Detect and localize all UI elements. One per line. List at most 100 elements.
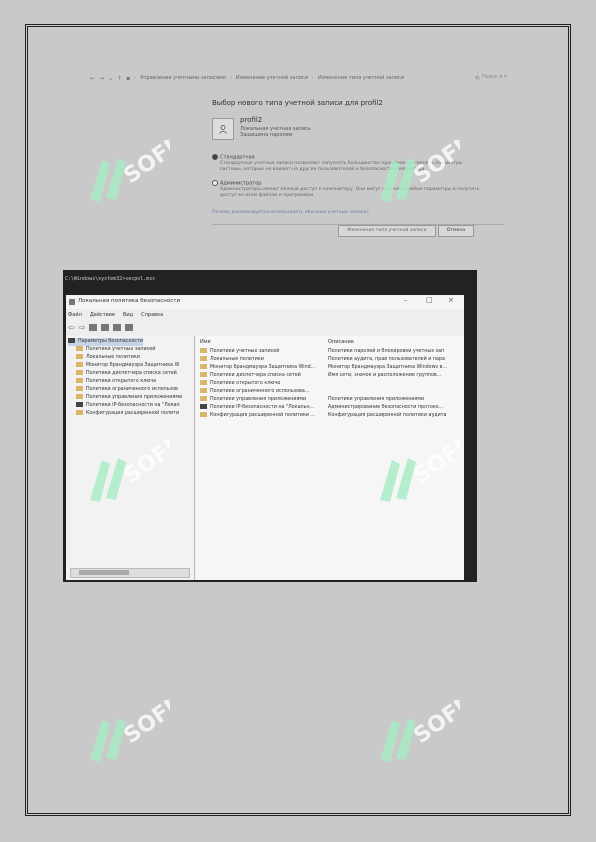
list-item-desc: Политики аудита, прав пользователей и па… bbox=[328, 357, 445, 362]
forward-arrow-icon[interactable]: → bbox=[99, 75, 104, 82]
watermark-logo: SOFF bbox=[90, 440, 170, 502]
watermark-logo: SOFF bbox=[380, 440, 460, 502]
list-item-desc bbox=[328, 380, 456, 388]
watermark-logo: SOFF bbox=[380, 140, 460, 202]
command-line: C:\Windows\system32>secpol.msc bbox=[65, 276, 156, 282]
option-standard[interactable]: Стандартная bbox=[212, 154, 255, 161]
toolbar: ⇦ ⇨ bbox=[68, 322, 134, 332]
cancel-button[interactable]: Отмена bbox=[438, 225, 474, 237]
option-admin-label: Администратор bbox=[220, 180, 262, 187]
list-item-desc: Политики паролей и блокировки учетных за… bbox=[328, 349, 445, 354]
menu-file[interactable]: Файл bbox=[68, 312, 82, 318]
why-standard-link[interactable]: Почему рекомендуется использовать обычны… bbox=[212, 210, 369, 215]
svg-text:SOFF: SOFF bbox=[409, 140, 460, 189]
horizontal-scrollbar[interactable] bbox=[70, 568, 190, 578]
folder-icon bbox=[76, 378, 83, 383]
list-item-name[interactable]: Монитор брандмауэра Защитника Wind... bbox=[200, 364, 326, 372]
search-input[interactable]: Поиск в п bbox=[477, 72, 532, 82]
tree-item[interactable]: Конфигурация расширенной полити bbox=[76, 410, 179, 418]
folder-icon bbox=[200, 380, 207, 385]
svg-text:SOFF: SOFF bbox=[409, 700, 460, 749]
folder-icon bbox=[76, 386, 83, 391]
secpol-window: Локальная политика безопасности – □ × Фа… bbox=[66, 295, 464, 580]
column-header-name[interactable]: Имя bbox=[200, 339, 211, 345]
folder-icon bbox=[200, 396, 207, 401]
svg-text:SOFF: SOFF bbox=[119, 440, 170, 489]
chevron-down-icon[interactable]: ⌄ bbox=[108, 75, 113, 82]
breadcrumb-2[interactable]: Изменение учетной записи bbox=[236, 75, 308, 81]
tree-item[interactable]: Локальные политики bbox=[76, 354, 140, 362]
folder-icon bbox=[76, 362, 83, 367]
tree-item[interactable]: Политики учетных записей bbox=[76, 346, 155, 354]
list-item-name[interactable]: Политики учетных записей bbox=[200, 348, 326, 356]
tree-item[interactable]: Политики открытого ключа bbox=[76, 378, 156, 386]
close-icon[interactable]: × bbox=[448, 296, 454, 304]
change-type-button[interactable]: Изменение типа учетной записи bbox=[338, 225, 436, 237]
help-icon[interactable] bbox=[113, 323, 122, 331]
list-item-name[interactable]: Политики открытого ключа bbox=[200, 380, 326, 388]
tree-item[interactable]: Параметры безопасности bbox=[68, 338, 143, 346]
console-tree-icon[interactable] bbox=[89, 323, 98, 331]
window-title: Локальная политика безопасности bbox=[78, 298, 181, 304]
properties-icon[interactable] bbox=[125, 323, 134, 331]
folder-icon bbox=[76, 354, 83, 359]
breadcrumb-3[interactable]: Изменение типа учетной записи bbox=[318, 75, 404, 81]
tree-item[interactable]: Монитор брандмауэра Защитника W bbox=[76, 362, 179, 370]
window-titlebar: Локальная политика безопасности – □ × bbox=[66, 295, 464, 309]
folder-icon bbox=[200, 356, 207, 361]
list-item-desc: Конфигурация расширенной политики аудита bbox=[328, 413, 447, 418]
menu-help[interactable]: Справка bbox=[141, 312, 163, 318]
tree-item[interactable]: Политики диспетчера списка сетей bbox=[76, 370, 177, 378]
list-item-desc: Политики управления приложениями bbox=[328, 397, 425, 402]
tree-item[interactable]: Политики управления приложениями bbox=[76, 394, 182, 402]
app-icon bbox=[69, 299, 75, 305]
radio-unselected-icon[interactable] bbox=[212, 180, 218, 186]
column-header-desc[interactable]: Описание bbox=[328, 339, 354, 345]
option-standard-label: Стандартная bbox=[220, 154, 255, 161]
folder-icon bbox=[200, 348, 207, 353]
menu-bar: Файл Действие Вид Справка bbox=[68, 312, 163, 318]
folder-icon bbox=[200, 364, 207, 369]
folder-icon bbox=[76, 394, 83, 399]
menu-view[interactable]: Вид bbox=[123, 312, 133, 318]
back-arrow-icon[interactable]: ⇦ bbox=[68, 323, 75, 332]
export-icon[interactable] bbox=[101, 323, 110, 331]
menu-action[interactable]: Действие bbox=[90, 312, 115, 318]
list-item-name[interactable]: Локальные политики bbox=[200, 356, 326, 364]
list-item-name[interactable]: Политики диспетчера списка сетей bbox=[200, 372, 326, 380]
page-title: Выбор нового типа учетной записи для pro… bbox=[212, 99, 383, 107]
svg-text:SOFF: SOFF bbox=[119, 140, 170, 189]
breadcrumb-1[interactable]: Управление учетными записями bbox=[140, 75, 226, 81]
ip-security-icon bbox=[200, 404, 207, 409]
account-name: profil2 bbox=[240, 116, 263, 124]
watermark-logo: SOFF bbox=[90, 140, 170, 202]
radio-selected-icon[interactable] bbox=[212, 154, 218, 160]
back-arrow-icon[interactable]: ← bbox=[90, 75, 95, 82]
up-arrow-icon[interactable]: ↑ bbox=[117, 75, 122, 82]
ip-security-icon bbox=[76, 402, 83, 407]
folder-icon bbox=[76, 370, 83, 375]
address-bar: ← → ⌄ ↑ ▪ › Управление учетными записями… bbox=[90, 74, 480, 82]
list-item-name[interactable]: Политики ограниченного использова... bbox=[200, 388, 326, 396]
folder-icon bbox=[76, 410, 83, 415]
list-item-name[interactable]: Конфигурация расширенной политики ... bbox=[200, 412, 326, 420]
list-item-name[interactable]: Политики IP-безопасности на "Локальн... bbox=[200, 404, 326, 412]
option-admin[interactable]: Администратор bbox=[212, 180, 261, 187]
maximize-icon[interactable]: □ bbox=[426, 296, 433, 304]
scrollbar-thumb[interactable] bbox=[79, 570, 129, 575]
folder-icon bbox=[200, 412, 207, 417]
control-panel-icon: ▪ bbox=[126, 74, 131, 82]
tree-item[interactable]: Политики ограниченного использов bbox=[76, 386, 178, 394]
minimize-icon[interactable]: – bbox=[404, 296, 408, 304]
folder-icon bbox=[200, 388, 207, 393]
folder-icon bbox=[200, 372, 207, 377]
watermark-logo: SOFF bbox=[90, 700, 170, 762]
forward-arrow-icon[interactable]: ⇨ bbox=[79, 323, 86, 332]
user-avatar-icon bbox=[212, 118, 234, 140]
list-item-desc: Монитор брандмауэра Защитника Windows в.… bbox=[328, 365, 447, 370]
security-settings-icon bbox=[68, 338, 75, 343]
tree-item[interactable]: Политики IP-безопасности на "Локал bbox=[76, 402, 180, 410]
folder-icon bbox=[76, 346, 83, 351]
list-item-name[interactable]: Политики управления приложениями bbox=[200, 396, 326, 404]
list-item-desc: Администрирование безопасности протоко..… bbox=[328, 405, 444, 410]
